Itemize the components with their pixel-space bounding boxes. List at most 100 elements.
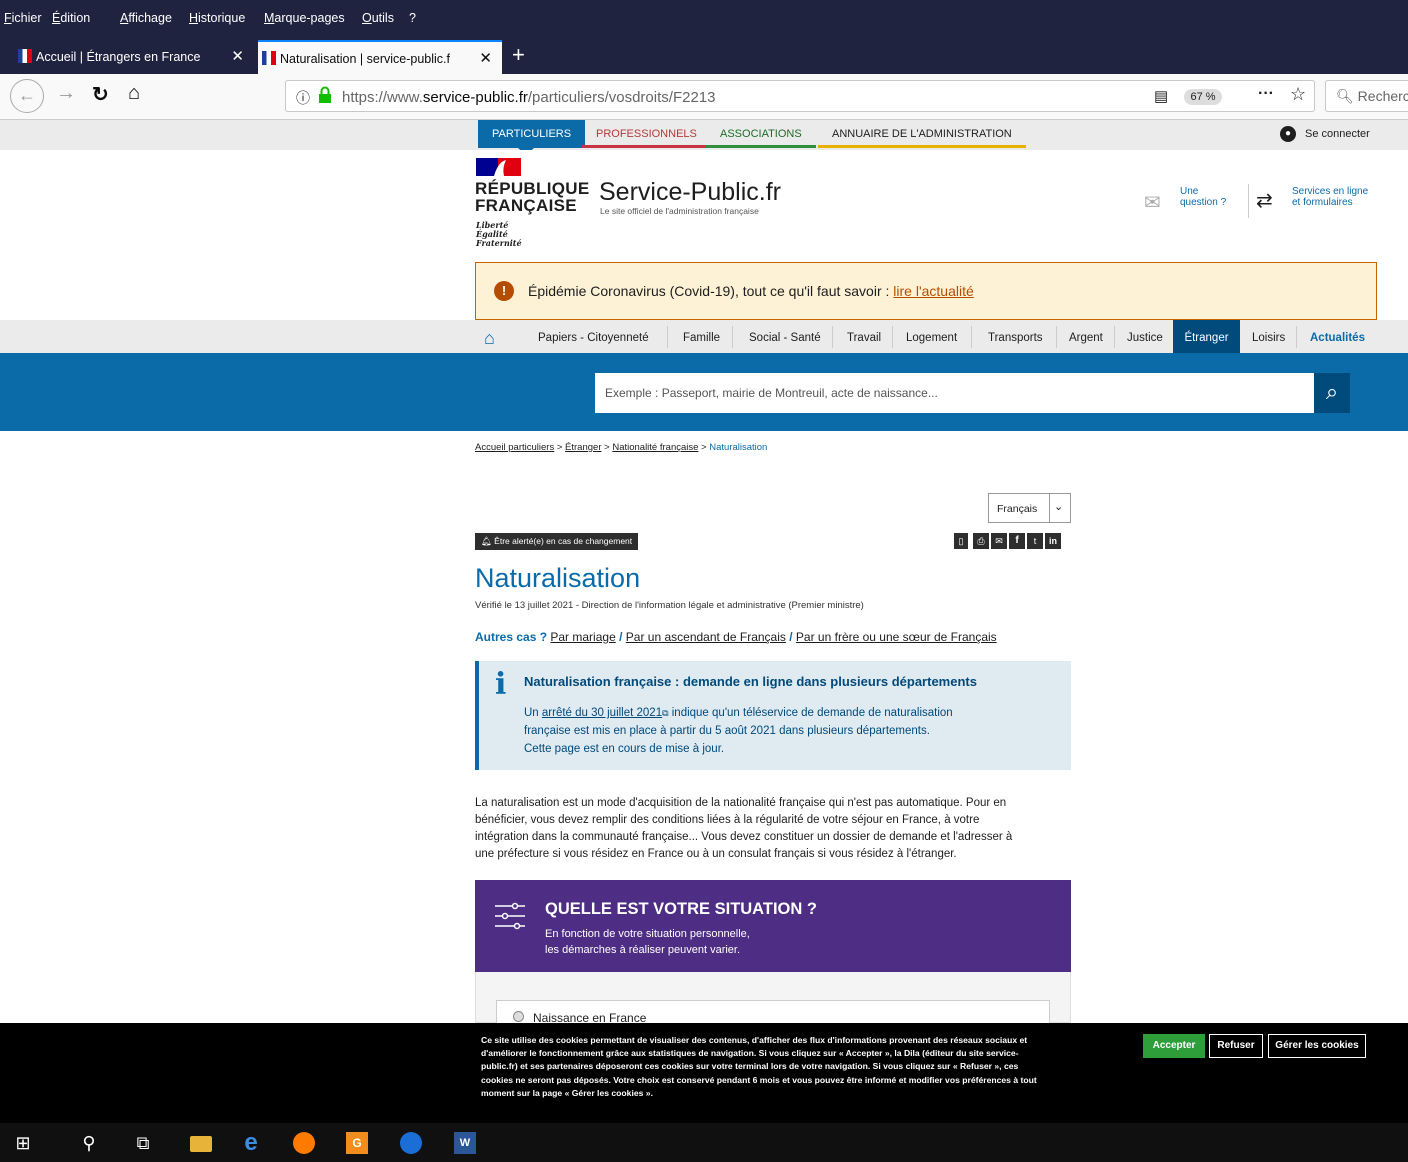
services-link[interactable]: Services en ligne et formulaires [1292, 186, 1368, 208]
chevron-down-icon: ⌄ [1054, 501, 1064, 513]
pdf-icon[interactable]: ▯ [954, 533, 968, 549]
site-search-input[interactable]: Exemple : Passeport, mairie de Montreuil… [595, 373, 1315, 413]
firefox-icon[interactable] [293, 1132, 315, 1154]
word-icon[interactable]: W [454, 1132, 476, 1154]
menu-help[interactable]: ? [409, 11, 416, 25]
zoom-indicator[interactable]: 67 % [1184, 89, 1222, 105]
close-icon[interactable]: ✕ [231, 40, 244, 74]
rf-line: FRANÇAISE [475, 196, 577, 215]
home-icon[interactable]: ⌂ [484, 328, 495, 349]
flag-favicon-icon [18, 49, 32, 63]
warning-icon: ! [494, 281, 514, 301]
covid-link[interactable]: lire l'actualité [893, 283, 974, 299]
task-view-icon[interactable]: ⧉ [132, 1132, 154, 1154]
back-arrow-icon[interactable]: ← [10, 79, 44, 113]
breadcrumb-link[interactable]: Étranger [565, 442, 601, 453]
menu-edition[interactable]: Édition [52, 11, 90, 25]
category-nav: ⌂ Papiers - Citoyenneté Famille Social -… [0, 320, 1408, 354]
rf-line: RÉPUBLIQUE [475, 179, 590, 198]
thunderbird-icon[interactable] [400, 1132, 422, 1154]
browser-search-input[interactable]: 🔍︎ Recherc [1325, 80, 1408, 112]
close-icon[interactable]: ✕ [479, 42, 492, 74]
link-mariage[interactable]: Par mariage [550, 630, 615, 644]
sliders-icon [493, 900, 527, 932]
nav-professionnels[interactable]: PROFESSIONNELS [582, 120, 711, 148]
arrete-link[interactable]: arrêté du 30 juillet 2021 [542, 707, 662, 719]
reader-view-icon[interactable]: ▤ [1154, 87, 1168, 105]
menu-marque-pages[interactable]: Marque-pages [264, 11, 345, 25]
search-bar: Exemple : Passeport, mairie de Montreuil… [0, 353, 1408, 431]
nav-particuliers[interactable]: PARTICULIERS [478, 120, 586, 148]
info-title: Naturalisation française : demande en li… [524, 674, 977, 689]
home-icon[interactable]: ⌂ [128, 82, 140, 105]
nav-annuaire[interactable]: ANNUAIRE DE L'ADMINISTRATION [818, 120, 1026, 148]
alert-button[interactable]: 🔔︎ Être alerté(e) en cas de changement [475, 533, 639, 550]
info-icon[interactable]: ⓘ [296, 88, 310, 108]
mail-icon[interactable]: ✉ [991, 533, 1007, 549]
refuse-cookies-button[interactable]: Refuser [1209, 1034, 1263, 1058]
new-tab-icon[interactable]: + [512, 42, 525, 68]
breadcrumb-link[interactable]: Nationalité française [612, 442, 698, 453]
bookmark-star-icon[interactable]: ☆ [1290, 84, 1306, 105]
print-icon[interactable]: ⎙ [973, 533, 989, 549]
site-tagline: Le site officiel de l'administration fra… [600, 206, 759, 216]
cat-famille[interactable]: Famille [683, 320, 720, 354]
cookie-text: Ce site utilise des cookies permettant d… [481, 1035, 1037, 1098]
file-explorer-icon[interactable] [190, 1136, 212, 1152]
question-envelope-icon: ✉ [1144, 192, 1161, 214]
situation-body: Naissance en France [475, 972, 1071, 1030]
search-button[interactable]: ⌕ [1314, 373, 1350, 413]
menu-bar: Fichier Édition Affichage Historique Mar… [0, 0, 1408, 36]
cat-etranger[interactable]: Étranger [1173, 320, 1240, 354]
cat-actualites[interactable]: Actualités [1310, 320, 1365, 354]
linkedin-icon[interactable]: in [1045, 533, 1061, 549]
login-link[interactable]: Se connecter [1305, 128, 1370, 140]
menu-historique[interactable]: Historique [189, 11, 245, 25]
tab-bar: Accueil | Étrangers en France ✕ Naturali… [0, 36, 1408, 74]
info-box: i Naturalisation française : demande en … [475, 661, 1071, 770]
facebook-icon[interactable]: f [1009, 533, 1025, 549]
verified-date: Vérifié le 13 juillet 2021 - Direction d… [475, 600, 864, 611]
internet-explorer-icon[interactable]: e [240, 1131, 262, 1155]
cat-logement[interactable]: Logement [906, 320, 957, 354]
link-frere-soeur[interactable]: Par un frère ou une sœur de Français [796, 630, 997, 644]
page-actions-icon[interactable]: ··· [1258, 85, 1274, 103]
audience-nav: PARTICULIERS PROFESSIONNELS ASSOCIATIONS… [0, 120, 1408, 155]
reload-icon[interactable]: ↻ [92, 82, 109, 107]
pdf-app-icon[interactable]: G [346, 1132, 368, 1154]
windows-start-icon[interactable]: ⊞ [12, 1132, 34, 1154]
search-icon[interactable]: ⚲ [78, 1132, 100, 1154]
other-cases-label: Autres cas ? [475, 630, 548, 644]
forward-arrow-icon[interactable]: → [56, 82, 76, 105]
cat-social[interactable]: Social - Santé [749, 320, 821, 354]
cat-transports[interactable]: Transports [988, 320, 1043, 354]
other-cases: Autres cas ? Par mariage / Par un ascend… [475, 630, 997, 644]
manage-cookies-button[interactable]: Gérer les cookies [1268, 1034, 1366, 1058]
twitter-icon[interactable]: t [1027, 533, 1043, 549]
tab-naturalisation[interactable]: Naturalisation | service-public.f ✕ [258, 40, 502, 74]
link-ascendant[interactable]: Par un ascendant de Français [626, 630, 786, 644]
menu-outils[interactable]: Outils [362, 11, 394, 25]
exchange-arrows-icon: ⇄ [1256, 190, 1273, 212]
accept-cookies-button[interactable]: Accepter [1143, 1034, 1205, 1058]
cat-travail[interactable]: Travail [847, 320, 881, 354]
language-select[interactable]: Français ⌄ [988, 493, 1071, 523]
breadcrumb-link[interactable]: Accueil particuliers [475, 442, 554, 453]
nav-associations[interactable]: ASSOCIATIONS [706, 120, 816, 148]
tab-accueil[interactable]: Accueil | Étrangers en France ✕ [14, 40, 254, 74]
menu-fichier[interactable]: Fichier [4, 11, 42, 25]
situation-title: QUELLE EST VOTRE SITUATION ? [545, 900, 817, 918]
question-link[interactable]: Une question ? [1180, 186, 1226, 208]
cat-papiers[interactable]: Papiers - Citoyenneté [538, 320, 649, 354]
cat-justice[interactable]: Justice [1127, 320, 1163, 354]
language-value: Français [997, 503, 1038, 515]
menu-affichage[interactable]: Affichage [120, 11, 172, 25]
radio-button[interactable] [513, 1011, 524, 1022]
address-bar[interactable]: ⓘ https://www.service-public.fr/particul… [285, 80, 1315, 112]
cat-loisirs[interactable]: Loisirs [1252, 320, 1285, 354]
cookie-banner: Ce site utilise des cookies permettant d… [0, 1023, 1408, 1123]
marianne-logo-icon [476, 158, 521, 176]
site-name[interactable]: Service-Public.fr [599, 178, 781, 207]
breadcrumb-current: Naturalisation [709, 442, 768, 453]
cat-argent[interactable]: Argent [1069, 320, 1103, 354]
